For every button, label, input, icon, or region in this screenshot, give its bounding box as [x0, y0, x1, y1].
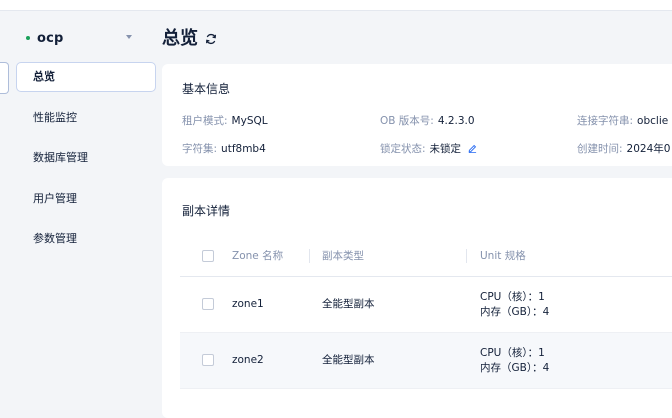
connection-string-label: 连接字符串:	[577, 115, 634, 127]
replica-details-card: 副本详情 Zone 名称 副本类型 Unit 规格 zone1 全能型副本 CP…	[162, 178, 672, 418]
unit-memory: 内存（GB）：4	[480, 362, 550, 374]
ob-version-field: OB 版本号: 4.2.3.0	[380, 113, 475, 128]
sidebar: ocp 总览 性能监控 数据库管理 用户管理 参数管理	[16, 10, 156, 415]
tenant-mode-value: MySQL	[231, 115, 268, 127]
column-divider	[466, 249, 467, 263]
tenant-status-dot	[26, 36, 30, 40]
collapsed-rail-item[interactable]	[0, 62, 9, 94]
lock-status-value: 未锁定	[429, 143, 462, 155]
sidebar-item-label: 数据库管理	[33, 151, 88, 164]
chevron-down-icon[interactable]	[126, 35, 132, 39]
cell-replica-type: 全能型副本	[322, 298, 375, 310]
sidebar-item-user-management[interactable]: 用户管理	[16, 184, 156, 214]
ob-version-value: 4.2.3.0	[437, 115, 475, 127]
sidebar-item-label: 用户管理	[33, 191, 77, 205]
cell-unit-spec: CPU（核）：1 内存（GB）：4	[480, 290, 549, 320]
lock-status-label: 锁定状态:	[380, 143, 426, 155]
row-checkbox[interactable]	[202, 354, 214, 366]
cell-zone: zone1	[232, 298, 264, 310]
column-header-zone: Zone 名称	[232, 250, 284, 262]
edit-icon[interactable]	[468, 144, 477, 153]
created-time-field: 创建时间: 2024年0	[577, 141, 670, 156]
created-time-value: 2024年0	[626, 143, 671, 155]
main-content: 总览 基本信息 租户模式: MySQL OB 版本号: 4.2.3.0 连接字符串:…	[160, 10, 672, 418]
info-row-1: 租户模式: MySQL OB 版本号: 4.2.3.0 连接字符串: obclie	[162, 113, 672, 129]
cell-zone: zone2	[232, 354, 264, 366]
tenant-mode-label: 租户模式:	[182, 115, 228, 127]
sidebar-item-label: 性能监控	[33, 110, 77, 124]
tenant-mode-field: 租户模式: MySQL	[182, 113, 268, 128]
sidebar-item-label: 参数管理	[33, 232, 77, 245]
column-divider	[309, 249, 310, 263]
column-header-replica-type: 副本类型	[322, 250, 364, 262]
row-checkbox[interactable]	[202, 298, 214, 310]
connection-string-field: 连接字符串: obclie	[577, 113, 668, 128]
unit-memory: 内存（GB）：4	[480, 306, 550, 318]
sidebar-item-performance-monitoring[interactable]: 性能监控	[16, 103, 156, 133]
connection-string-value: obclie	[637, 115, 669, 127]
select-all-checkbox[interactable]	[202, 250, 214, 262]
replica-table: Zone 名称 副本类型 Unit 规格 zone1 全能型副本 CPU（核）：…	[180, 236, 672, 389]
sidebar-item-parameter-management[interactable]: 参数管理	[16, 224, 156, 254]
refresh-icon[interactable]	[205, 33, 217, 45]
sidebar-menu: 总览 性能监控 数据库管理 用户管理 参数管理	[16, 62, 156, 265]
cell-unit-spec: CPU（核）：1 内存（GB）：4	[480, 346, 549, 376]
cell-replica-type: 全能型副本	[322, 354, 375, 366]
sidebar-item-overview[interactable]: 总览	[16, 62, 156, 92]
info-row-2: 字符集: utf8mb4 锁定状态: 未锁定 创建时间: 2024年0	[162, 141, 672, 157]
page-title-text: 总览	[162, 28, 198, 49]
sidebar-item-label: 总览	[33, 70, 55, 83]
column-header-unit-spec: Unit 规格	[480, 250, 526, 262]
replica-details-title: 副本详情	[182, 204, 231, 218]
table-header: Zone 名称 副本类型 Unit 规格	[180, 236, 672, 277]
tenant-name: ocp	[37, 30, 64, 46]
created-time-label: 创建时间:	[577, 143, 623, 155]
charset-field: 字符集: utf8mb4	[182, 141, 266, 156]
ob-version-label: OB 版本号:	[380, 115, 434, 127]
basic-info-title: 基本信息	[182, 82, 231, 96]
tenant-selector[interactable]: ocp	[26, 28, 138, 48]
sidebar-item-database-management[interactable]: 数据库管理	[16, 143, 156, 173]
table-row: zone1 全能型副本 CPU（核）：1 内存（GB）：4	[180, 277, 672, 333]
basic-info-card: 基本信息 租户模式: MySQL OB 版本号: 4.2.3.0 连接字符串: obc…	[162, 64, 672, 166]
unit-cpu: CPU（核）：1	[480, 291, 545, 303]
page-title: 总览	[162, 24, 217, 50]
lock-status-field: 锁定状态: 未锁定	[380, 141, 477, 156]
unit-cpu: CPU（核）：1	[480, 347, 545, 359]
charset-label: 字符集:	[182, 143, 218, 155]
charset-value: utf8mb4	[221, 143, 266, 155]
table-row: zone2 全能型副本 CPU（核）：1 内存（GB）：4	[180, 333, 672, 389]
